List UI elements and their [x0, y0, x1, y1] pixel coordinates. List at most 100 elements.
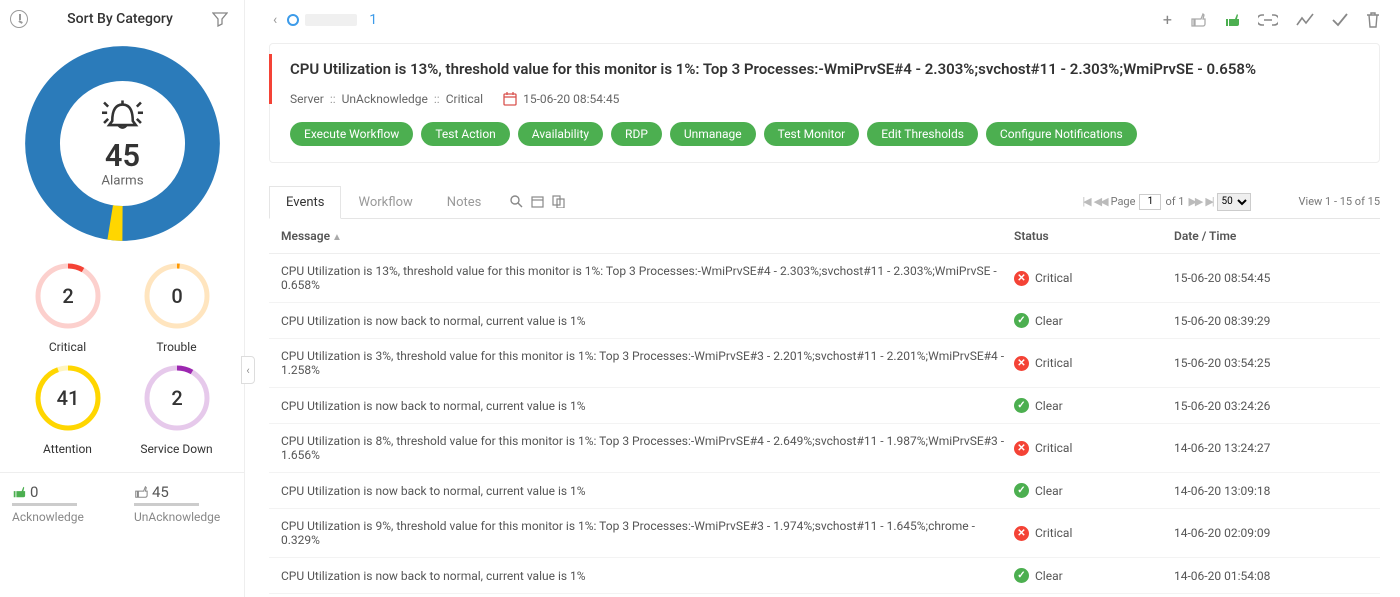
ack-label: Acknowledge [12, 510, 110, 524]
table-row[interactable]: CPU Utilization is 9%, threshold value f… [269, 509, 1380, 558]
alarms-donut-chart: 45 Alarms [20, 41, 225, 246]
back-icon[interactable]: ‹ [269, 12, 281, 28]
pill-unmanage[interactable]: Unmanage [670, 122, 756, 146]
cell-status: ✓ Clear [1014, 568, 1174, 583]
clock-icon [10, 10, 28, 28]
svg-text:2: 2 [62, 284, 73, 308]
svg-text:0: 0 [171, 284, 182, 308]
pill-edit-thresholds[interactable]: Edit Thresholds [867, 122, 978, 146]
cell-message: CPU Utilization is now back to normal, c… [275, 399, 1014, 413]
critical-icon: ✕ [1014, 271, 1029, 286]
alarms-label: Alarms [101, 174, 143, 189]
mini-chart-trouble[interactable]: 0 Trouble [127, 258, 226, 354]
events-table-header: Message▲ Status Date / Time [269, 219, 1380, 254]
breadcrumb-number[interactable]: 1 [369, 12, 377, 28]
search-icon[interactable] [510, 195, 523, 208]
meta-severity: Critical [446, 92, 483, 106]
cell-date: 14-06-20 02:09:09 [1174, 526, 1374, 540]
clear-icon: ✓ [1014, 313, 1029, 328]
sidebar-collapse-handle[interactable]: ‹ [241, 356, 255, 384]
table-row[interactable]: CPU Utilization is 8%, threshold value f… [269, 424, 1380, 473]
meta-ack: UnAcknowledge [342, 92, 428, 106]
mini-chart-critical[interactable]: 2 Critical [18, 258, 117, 354]
tab-notes[interactable]: Notes [430, 186, 499, 219]
pill-test-monitor[interactable]: Test Monitor [764, 122, 860, 146]
tab-workflow[interactable]: Workflow [341, 186, 429, 219]
table-row[interactable]: CPU Utilization is now back to normal, c… [269, 388, 1380, 424]
alarm-title: CPU Utilization is 13%, threshold value … [290, 60, 1359, 78]
page-input[interactable] [1139, 194, 1161, 210]
cell-message: CPU Utilization is now back to normal, c… [275, 569, 1014, 583]
calendar-small-icon[interactable] [531, 195, 544, 208]
col-date[interactable]: Date / Time [1174, 229, 1374, 243]
pill-execute-workflow[interactable]: Execute Workflow [290, 122, 413, 146]
page-next-icon[interactable]: ▶▶ [1188, 195, 1201, 208]
unack-count: 45 [152, 483, 169, 501]
breadcrumb: ‹ 1 [269, 12, 377, 28]
pill-test-action[interactable]: Test Action [421, 122, 509, 146]
cell-message: CPU Utilization is 3%, threshold value f… [275, 349, 1014, 377]
pill-rdp[interactable]: RDP [611, 122, 662, 146]
svg-text:2: 2 [171, 386, 182, 410]
clear-icon: ✓ [1014, 568, 1029, 583]
topbar-actions: + [1163, 10, 1380, 29]
link-icon[interactable] [1258, 14, 1278, 26]
col-message[interactable]: Message▲ [275, 229, 1014, 243]
filter-icon[interactable] [212, 11, 228, 27]
cell-status: ✕ Critical [1014, 356, 1174, 371]
export-icon[interactable] [552, 195, 565, 208]
action-pills: Execute Workflow Test Action Availability R… [290, 122, 1359, 146]
cell-status: ✕ Critical [1014, 271, 1174, 286]
topbar: ‹ 1 + [269, 0, 1380, 37]
alarm-detail-card: CPU Utilization is 13%, threshold value … [269, 43, 1380, 163]
page-view-text: View 1 - 15 of 15 [1299, 195, 1380, 208]
ack-bar [12, 503, 77, 506]
events-table-body: CPU Utilization is 13%, threshold value … [269, 254, 1380, 597]
page-prev-icon[interactable]: ◀◀ [1094, 195, 1107, 208]
unacknowledge-cell[interactable]: 45 UnAcknowledge [122, 473, 244, 532]
page-of: of 1 [1165, 195, 1184, 208]
tabs: EventsWorkflowNotes [269, 185, 498, 218]
meta-type: Server [290, 92, 324, 106]
clear-icon: ✓ [1014, 398, 1029, 413]
acknowledge-cell[interactable]: 0 Acknowledge [0, 473, 122, 532]
sidebar: Sort By Category 45 Alarms 2 Critical [0, 0, 245, 597]
cell-message: CPU Utilization is now back to normal, c… [275, 314, 1014, 328]
plus-icon[interactable]: + [1163, 10, 1172, 29]
sidebar-title: Sort By Category [67, 11, 173, 27]
check-icon[interactable] [1332, 13, 1348, 27]
page-last-icon[interactable]: ▶| [1205, 195, 1212, 208]
mini-chart-service-down[interactable]: 2 Service Down [127, 360, 226, 456]
tab-events[interactable]: Events [269, 186, 341, 219]
cell-date: 15-06-20 03:24:26 [1174, 399, 1374, 413]
critical-icon: ✕ [1014, 441, 1029, 456]
page-first-icon[interactable]: |◀ [1082, 195, 1089, 208]
breadcrumb-placeholder [305, 14, 357, 26]
cell-date: 14-06-20 01:54:08 [1174, 569, 1374, 583]
tab-tools [510, 195, 565, 208]
table-row[interactable]: CPU Utilization is now back to normal, c… [269, 473, 1380, 509]
ack-count: 0 [30, 483, 38, 501]
col-status[interactable]: Status [1014, 229, 1174, 243]
sidebar-header: Sort By Category [0, 0, 244, 36]
critical-icon: ✕ [1014, 356, 1029, 371]
table-row[interactable]: CPU Utilization is now back to normal, c… [269, 303, 1380, 339]
cell-message: CPU Utilization is 8%, threshold value f… [275, 434, 1014, 462]
cell-message: CPU Utilization is 9%, threshold value f… [275, 519, 1014, 547]
thumb-up-filled-icon[interactable] [1224, 12, 1240, 28]
table-row[interactable]: CPU Utilization is now back to normal, c… [269, 558, 1380, 594]
cell-status: ✓ Clear [1014, 313, 1174, 328]
calendar-icon [503, 92, 517, 106]
pill-availability[interactable]: Availability [518, 122, 603, 146]
pill-configure-notifications[interactable]: Configure Notifications [986, 122, 1137, 146]
unack-bar [134, 503, 199, 506]
trash-icon[interactable] [1366, 12, 1380, 28]
table-row[interactable]: CPU Utilization is 13%, threshold value … [269, 254, 1380, 303]
page-size-select[interactable]: 50 [1217, 193, 1251, 211]
tabs-row: EventsWorkflowNotes |◀ ◀◀ Page of 1 ▶▶ ▶… [269, 185, 1380, 219]
mini-chart-attention[interactable]: 41 Attention [18, 360, 117, 456]
thumb-up-outline-icon[interactable] [1190, 12, 1206, 28]
trend-icon[interactable] [1296, 13, 1314, 27]
table-row[interactable]: CPU Utilization is 3%, threshold value f… [269, 339, 1380, 388]
cell-status: ✕ Critical [1014, 441, 1174, 456]
